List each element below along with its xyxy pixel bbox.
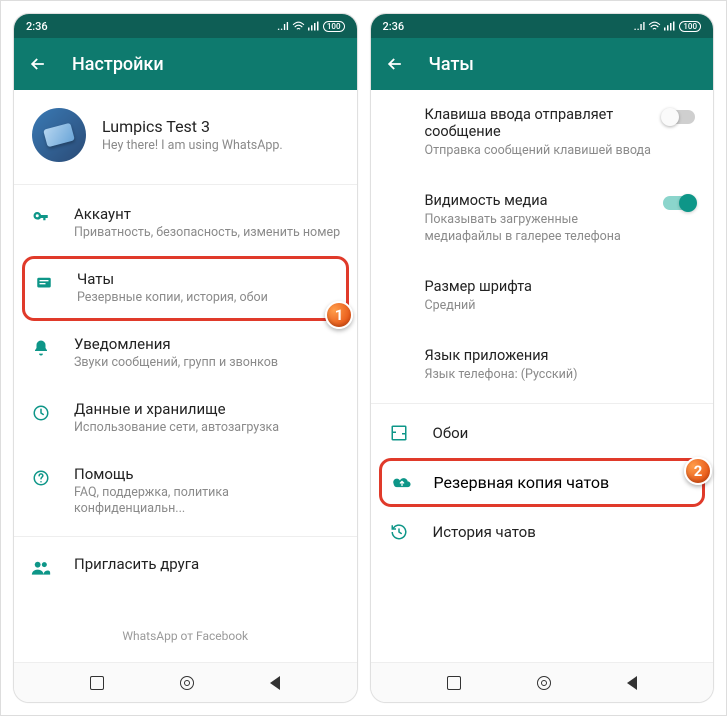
divider — [14, 536, 357, 537]
battery-icon: 100 — [323, 21, 345, 32]
item-sub: Приватность, безопасность, изменить номе… — [74, 225, 340, 242]
row-backup[interactable]: Резервная копия чатов — [379, 458, 706, 507]
divider — [371, 403, 714, 404]
statusbar-time: 2:36 — [383, 20, 405, 33]
item-title: Пригласить друга — [74, 555, 199, 573]
row-title: Обои — [433, 424, 469, 442]
setting-title: Размер шрифта — [425, 278, 684, 295]
nav-recents-icon[interactable] — [90, 676, 104, 690]
settings-item-help[interactable]: Помощь FAQ, поддержка, политика конфиден… — [14, 451, 357, 533]
cloud-backup-icon — [392, 475, 412, 491]
statusbar-time: 2:36 — [26, 20, 48, 33]
item-sub: FAQ, поддержка, политика конфиденциальн.… — [74, 485, 341, 519]
item-title: Уведомления — [74, 335, 278, 353]
setting-font-size[interactable]: Размер шрифта Средний — [371, 262, 714, 331]
toggle-on-icon[interactable] — [663, 196, 695, 210]
row-history[interactable]: История чатов — [371, 507, 714, 557]
setting-media-visibility[interactable]: Видимость медиа Показывать загруженные м… — [371, 176, 714, 262]
back-icon[interactable] — [28, 54, 48, 74]
callout-badge-1: 1 — [325, 301, 353, 329]
item-title: Помощь — [74, 465, 341, 483]
profile-row[interactable]: Lumpics Test 3 Hey there! I am using Wha… — [14, 90, 357, 184]
settings-item-data[interactable]: Данные и хранилище Использование сети, а… — [14, 386, 357, 451]
setting-title: Язык приложения — [425, 347, 684, 364]
setting-sub: Показывать загруженные медиафайлы в гале… — [425, 212, 652, 246]
appbar-title: Настройки — [72, 54, 164, 75]
settings-item-invite[interactable]: Пригласить друга — [14, 541, 357, 593]
voice-icon: ..ıl — [634, 20, 646, 33]
item-sub: Резервные копии, история, обои — [77, 290, 268, 307]
settings-content: Lumpics Test 3 Hey there! I am using Wha… — [14, 90, 357, 662]
wifi-icon — [292, 21, 305, 31]
people-icon — [30, 557, 52, 579]
footer-text: WhatsApp от Facebook — [14, 599, 357, 643]
wallpaper-icon — [389, 423, 409, 443]
setting-app-language[interactable]: Язык приложения Язык телефона: (Русский) — [371, 331, 714, 400]
nav-home-icon[interactable] — [180, 676, 194, 690]
item-sub: Использование сети, автозагрузка — [74, 420, 279, 437]
setting-sub: Отправка сообщений клавишей ввода — [425, 143, 652, 160]
item-sub: Звуки сообщений, групп и звонков — [74, 355, 278, 372]
statusbar-indicators: ..ıl 100 — [277, 20, 344, 33]
data-icon — [30, 402, 52, 424]
battery-icon: 100 — [679, 21, 701, 32]
nav-back-icon[interactable] — [270, 676, 280, 690]
profile-status: Hey there! I am using WhatsApp. — [102, 138, 283, 153]
settings-item-account[interactable]: Аккаунт Приватность, безопасность, измен… — [14, 191, 357, 256]
history-icon — [389, 522, 409, 542]
statusbar: 2:36 ..ıl 100 — [14, 14, 357, 38]
phone-right-chats: 2:36 ..ıl 100 Чаты Клавиша ввода отправл… — [370, 13, 715, 703]
statusbar-indicators: ..ıl 100 — [634, 20, 701, 33]
item-title: Аккаунт — [74, 205, 340, 223]
wifi-icon — [648, 21, 661, 31]
row-title: История чатов — [433, 523, 536, 541]
phone-left-settings: 2:36 ..ıl 100 Настройки Lumpics Test 3 H… — [13, 13, 358, 703]
appbar-chats: Чаты — [371, 38, 714, 90]
settings-item-chats[interactable]: Чаты Резервные копии, история, обои — [22, 256, 349, 321]
setting-title: Клавиша ввода отправляет сообщение — [425, 106, 652, 140]
help-icon — [30, 467, 52, 489]
key-icon — [30, 207, 52, 229]
setting-enter-send[interactable]: Клавиша ввода отправляет сообщение Отпра… — [371, 90, 714, 176]
appbar-title: Чаты — [429, 54, 474, 75]
voice-icon: ..ıl — [277, 20, 289, 33]
toggle-off-icon[interactable] — [663, 110, 695, 124]
android-navbar — [14, 662, 357, 702]
nav-back-icon[interactable] — [627, 676, 637, 690]
android-navbar — [371, 662, 714, 702]
row-wallpaper[interactable]: Обои — [371, 408, 714, 458]
row-title: Резервная копия чатов — [434, 473, 610, 492]
signal-icon — [664, 21, 676, 31]
avatar — [32, 108, 86, 162]
statusbar: 2:36 ..ıl 100 — [371, 14, 714, 38]
setting-title: Видимость медиа — [425, 192, 652, 209]
nav-recents-icon[interactable] — [447, 676, 461, 690]
item-title: Чаты — [77, 270, 268, 288]
bell-icon — [30, 337, 52, 359]
setting-sub: Язык телефона: (Русский) — [425, 367, 684, 384]
chat-icon — [33, 272, 55, 294]
item-title: Данные и хранилище — [74, 400, 279, 418]
callout-badge-2: 2 — [684, 457, 712, 485]
appbar-settings: Настройки — [14, 38, 357, 90]
nav-home-icon[interactable] — [537, 676, 551, 690]
signal-icon — [308, 21, 320, 31]
settings-item-notifications[interactable]: Уведомления Звуки сообщений, групп и зво… — [14, 321, 357, 386]
back-icon[interactable] — [385, 54, 405, 74]
chats-content: Клавиша ввода отправляет сообщение Отпра… — [371, 90, 714, 662]
setting-sub: Средний — [425, 298, 684, 315]
profile-name: Lumpics Test 3 — [102, 117, 283, 136]
